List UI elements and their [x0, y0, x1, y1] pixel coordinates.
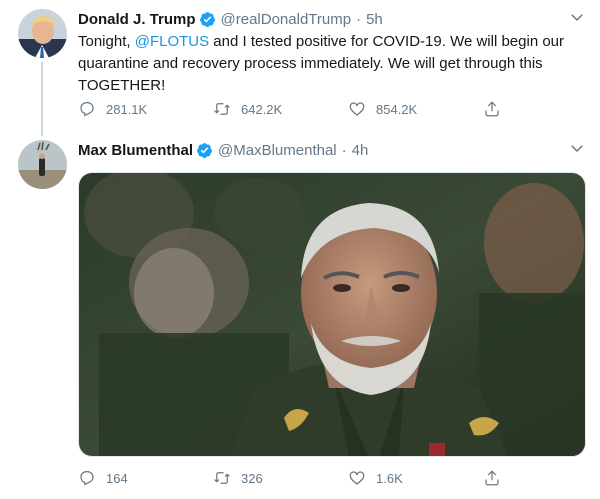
avatar-blumenthal[interactable] [18, 140, 67, 189]
share-icon [485, 101, 499, 117]
like-count: 1.6K [376, 470, 403, 486]
thread-connector [41, 62, 43, 136]
retweet-button[interactable]: 642.2K [213, 98, 282, 120]
share-button[interactable] [483, 98, 501, 120]
like-button[interactable]: 854.2K [348, 98, 417, 120]
tweet-media-photo[interactable] [78, 172, 586, 457]
display-name[interactable]: Donald J. Trump [78, 11, 196, 28]
share-button[interactable] [483, 467, 501, 489]
avatar-trump[interactable] [18, 9, 67, 58]
retweet-icon [214, 472, 230, 484]
retweet-count: 326 [241, 470, 263, 486]
retweet-count: 642.2K [241, 101, 283, 117]
tweet-actions: 164 326 1.6K [78, 467, 508, 489]
separator-dot: · [341, 141, 347, 159]
tweet-text: Tonight, @FLOTUS and I tested positive f… [78, 31, 568, 97]
verified-badge-icon [199, 11, 216, 28]
share-icon [485, 470, 499, 486]
retweet-button[interactable]: 326 [213, 467, 263, 489]
chevron-down-icon[interactable] [568, 139, 586, 157]
tweet-header: Donald J. Trump @realDonaldTrump · 5h [78, 9, 383, 29]
user-handle[interactable]: @realDonaldTrump [221, 11, 352, 28]
like-count: 854.2K [376, 101, 418, 117]
chevron-down-icon[interactable] [568, 8, 586, 26]
display-name[interactable]: Max Blumenthal [78, 142, 193, 159]
tweet-actions: 281.1K 642.2K 854.2K [78, 98, 508, 120]
retweet-icon [214, 103, 230, 115]
timestamp[interactable]: 4h [352, 142, 369, 159]
reply-button[interactable]: 281.1K [78, 98, 147, 120]
reply-icon [80, 471, 94, 486]
separator-dot: · [356, 10, 362, 28]
user-handle[interactable]: @MaxBlumenthal [218, 142, 337, 159]
mention-link[interactable]: @FLOTUS [135, 33, 209, 50]
reply-count: 164 [106, 470, 128, 486]
tweet-header: Max Blumenthal @MaxBlumenthal · 4h [78, 140, 368, 160]
reply-icon [80, 102, 94, 117]
heart-icon [349, 471, 365, 485]
tweet-trump[interactable]: Donald J. Trump @realDonaldTrump · 5h To… [0, 0, 600, 136]
reply-button[interactable]: 164 [78, 467, 128, 489]
verified-badge-icon [196, 142, 213, 159]
tweet-text-start: Tonight, [78, 33, 135, 50]
like-button[interactable]: 1.6K [348, 467, 403, 489]
reply-count: 281.1K [106, 101, 148, 117]
heart-icon [349, 102, 365, 116]
timestamp[interactable]: 5h [366, 11, 383, 28]
